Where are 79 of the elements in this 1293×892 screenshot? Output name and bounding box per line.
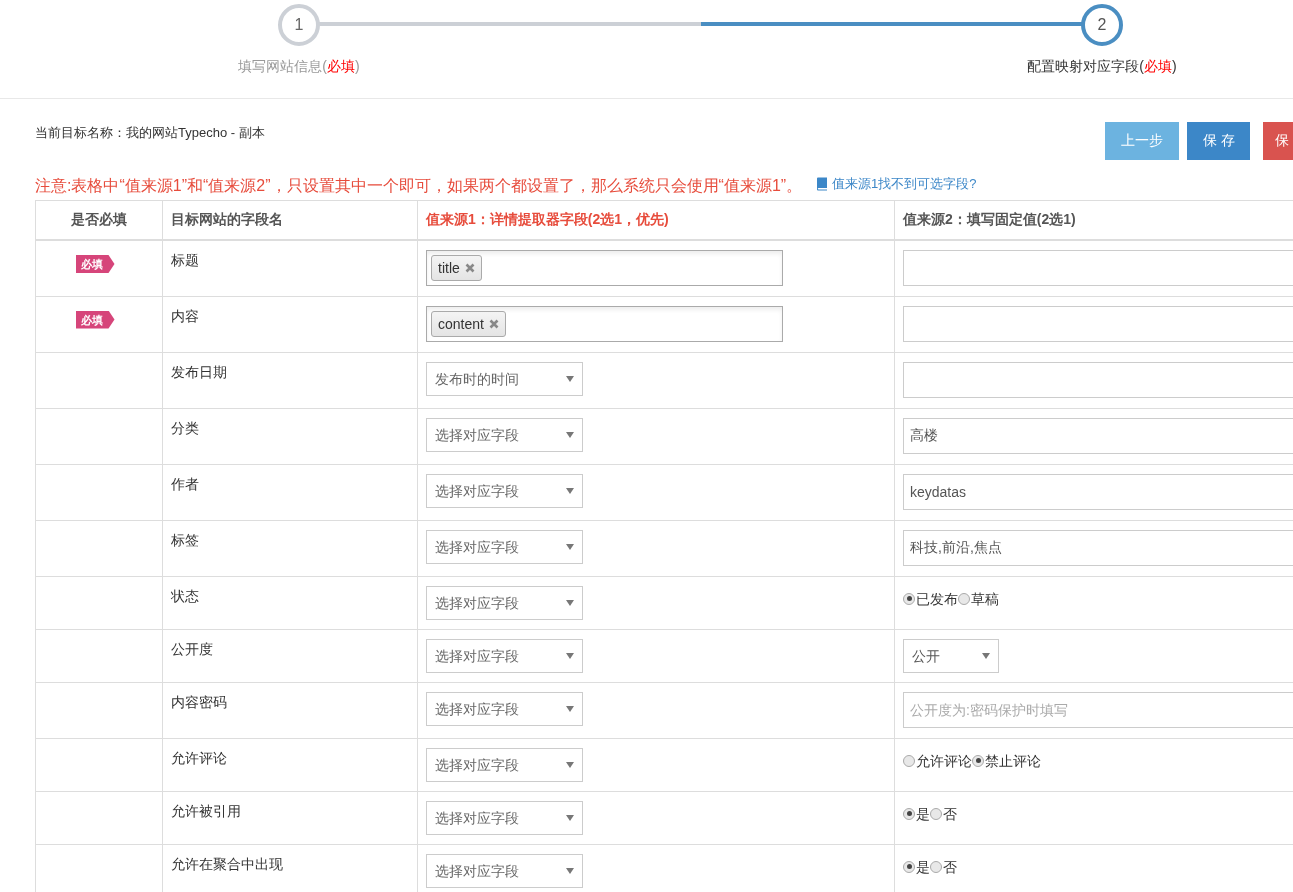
radio-button[interactable] <box>903 807 915 820</box>
radio-label: 已发布 <box>916 589 958 608</box>
radio-label: 允许评论 <box>916 751 972 770</box>
select-field[interactable]: 选择对应字段 <box>426 800 583 835</box>
save-button[interactable]: 保存 <box>1187 122 1250 160</box>
caret-icon <box>566 704 574 713</box>
field-name: 公开度 <box>171 640 213 657</box>
caret-icon <box>566 813 574 822</box>
help-link[interactable]: 值来源1找不到可选字段? <box>816 175 977 193</box>
radio-label: 是 <box>916 857 930 876</box>
radio-label: 否 <box>943 804 957 823</box>
text-field[interactable]: 科技,前沿,焦点 <box>903 529 1293 566</box>
column-header: 目标网站的字段名 <box>162 200 418 240</box>
target-name: 当前目标名称：我的网站Typecho - 副本 <box>35 124 266 142</box>
tag-chip[interactable]: content <box>431 310 506 337</box>
required-tag: 必填 <box>75 255 115 273</box>
radio-button[interactable] <box>930 807 942 820</box>
radio-label: 是 <box>916 804 930 823</box>
field-name: 允许在聚合中出现 <box>171 855 283 872</box>
required-tag: 必填 <box>75 310 115 329</box>
field-name: 内容 <box>171 307 199 324</box>
remove-icon[interactable] <box>464 263 475 273</box>
text-field[interactable]: 高楼 <box>903 417 1293 454</box>
save-button[interactable]: 保 <box>1263 122 1293 160</box>
field-name: 状态 <box>171 587 199 604</box>
caret-icon <box>566 542 574 551</box>
column-header: 是否必填 <box>35 200 163 240</box>
radio-button[interactable] <box>930 860 942 873</box>
step-circle[interactable]: 1 <box>278 4 320 46</box>
notice-text: 注意:表格中“值来源1”和“值来源2”，只设置其中一个即可，如果两个都设置了，那么系统只会使用“值来源1”。 <box>35 176 803 196</box>
select-field[interactable]: 选择对应字段 <box>426 691 583 726</box>
field-name: 允许被引用 <box>171 802 241 819</box>
step-label: 填写网站信息(必填) <box>238 58 360 76</box>
select-field[interactable]: 发布时的时间 <box>426 361 583 396</box>
caret-icon <box>982 651 990 660</box>
radio-button[interactable] <box>972 754 984 767</box>
caret-icon <box>566 866 574 875</box>
tag-input-field[interactable]: title <box>426 250 783 286</box>
radio-label: 否 <box>943 857 957 876</box>
field-name: 分类 <box>171 419 199 436</box>
caret-icon <box>566 430 574 439</box>
field-name: 发布日期 <box>171 363 227 380</box>
radio-label: 草稿 <box>971 589 999 608</box>
radio-button[interactable] <box>903 754 915 767</box>
caret-icon <box>566 598 574 607</box>
select-field[interactable]: 选择对应字段 <box>426 529 583 564</box>
remove-icon[interactable] <box>488 318 499 329</box>
tag-chip[interactable]: title <box>431 255 482 281</box>
select-field[interactable]: 选择对应字段 <box>426 417 583 452</box>
step-label: 配置映射对应字段(必填) <box>1027 58 1177 76</box>
caret-icon <box>566 374 574 383</box>
text-field[interactable] <box>903 361 1293 398</box>
select-field[interactable]: 选择对应字段 <box>426 747 583 782</box>
field-name: 允许评论 <box>171 749 227 766</box>
caret-icon <box>566 486 574 495</box>
text-field[interactable] <box>903 250 1293 286</box>
radio-button[interactable] <box>958 592 970 605</box>
select-field[interactable]: 选择对应字段 <box>426 585 583 620</box>
radio-button[interactable] <box>903 860 915 873</box>
column-header: 值来源1：详情提取器字段(2选1，优先) <box>417 200 895 240</box>
caret-icon <box>566 651 574 660</box>
field-name: 标签 <box>171 531 199 548</box>
select-field[interactable]: 选择对应字段 <box>426 473 583 508</box>
field-name: 标题 <box>171 252 199 268</box>
book-icon <box>816 177 829 191</box>
radio-label: 禁止评论 <box>985 751 1041 770</box>
tag-input-field[interactable]: content <box>426 305 783 342</box>
field-name: 作者 <box>171 475 199 492</box>
caret-icon <box>566 760 574 769</box>
text-field[interactable] <box>903 305 1293 342</box>
field-name: 内容密码 <box>171 693 227 710</box>
select-field[interactable]: 选择对应字段 <box>426 638 583 673</box>
text-field[interactable]: keydatas <box>903 473 1293 510</box>
step-circle[interactable]: 2 <box>1081 4 1123 46</box>
radio-button[interactable] <box>903 592 915 605</box>
column-header: 值来源2：填写固定值(2选1) <box>894 200 1293 240</box>
select-field[interactable]: 公开 <box>903 638 999 673</box>
select-field[interactable]: 选择对应字段 <box>426 853 583 888</box>
text-field[interactable]: 公开度为:密码保护时填写 <box>903 691 1293 728</box>
